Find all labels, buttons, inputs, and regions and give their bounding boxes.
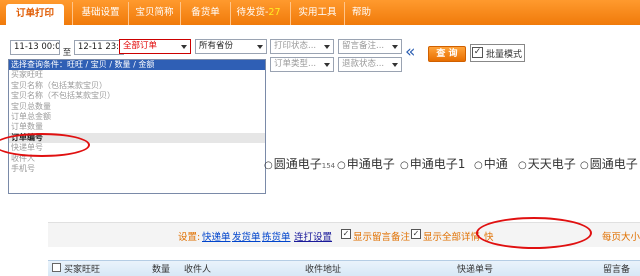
- column-memo[interactable]: 留言备: [603, 262, 630, 275]
- carrier-label: 申通电子: [346, 157, 395, 171]
- dropdown-option-phone[interactable]: 手机号: [9, 164, 265, 174]
- page-size-label: 每页大小: [602, 232, 640, 243]
- picking-template-link[interactable]: 拣货单: [262, 229, 291, 243]
- order-type-select[interactable]: 全部订单: [119, 39, 191, 54]
- date-range[interactable]: 11-13 00:00 至 12-11 23:59: [10, 40, 124, 58]
- province-select[interactable]: 所有省份: [195, 39, 267, 54]
- carrier-label: 圆通电子: [589, 157, 638, 171]
- delivery-template-link[interactable]: 发货单: [232, 229, 261, 243]
- express-template-link[interactable]: 快递单: [202, 229, 231, 243]
- carrier-radio[interactable]: ○申通电子1: [400, 155, 465, 172]
- settings-label: 设置:: [178, 232, 201, 243]
- show-all-label: 显示全部详情: [423, 232, 481, 243]
- query-condition-dropdown[interactable]: 选择查询条件：旺旺 / 宝贝 / 数量 / 金额 买家旺旺 宝贝名称（包括某款宝…: [8, 59, 266, 194]
- dropdown-option-item-include[interactable]: 宝贝名称（包括某款宝贝）: [9, 81, 265, 91]
- print-status-select[interactable]: 打印状态...: [270, 39, 334, 54]
- radio-icon: ○: [400, 160, 409, 171]
- show-memo-checkbox[interactable]: ✓: [341, 229, 351, 239]
- carrier-radio[interactable]: ○圆通电子154: [264, 155, 335, 172]
- radio-icon: ○: [264, 160, 273, 171]
- dropdown-option-order-count[interactable]: 订单数量: [9, 122, 265, 132]
- carrier-radio[interactable]: ○申通电子: [337, 155, 395, 172]
- batch-mode-checkbox[interactable]: ✓: [472, 47, 483, 58]
- radio-icon: ○: [518, 160, 527, 171]
- batch-mode-label: 批量模式: [486, 50, 523, 60]
- carrier-count: 154: [321, 162, 336, 170]
- show-memo-label: 显示留言备注: [353, 232, 411, 243]
- column-buyer[interactable]: 买家旺旺: [64, 262, 100, 275]
- date-start-input[interactable]: 11-13 00:00: [10, 40, 60, 55]
- column-quantity[interactable]: 数量: [152, 262, 170, 275]
- highlight-oval: [476, 217, 592, 249]
- carrier-label: 中通: [483, 157, 508, 171]
- show-all-checkbox[interactable]: ✓: [411, 229, 421, 239]
- print-setup-link[interactable]: 连打设置: [294, 229, 332, 243]
- order-kind-select[interactable]: 订单类型...: [270, 57, 334, 72]
- dropdown-option-item-exclude[interactable]: 宝贝名称（不包括某款宝贝）: [9, 91, 265, 101]
- date-to-label: 至: [62, 48, 72, 58]
- date-end-input[interactable]: 12-11 23:59: [73, 40, 124, 55]
- carrier-radio[interactable]: ○圆通电子: [580, 155, 638, 172]
- tab-tools[interactable]: 实用工具: [290, 2, 344, 25]
- carrier-radio[interactable]: ○天天电子: [518, 155, 576, 172]
- radio-icon: ○: [337, 160, 346, 171]
- table-header: [48, 260, 640, 276]
- query-button[interactable]: 查 询: [428, 46, 466, 62]
- column-tracking[interactable]: 快递单号: [457, 262, 493, 275]
- dropdown-option-buyer[interactable]: 买家旺旺: [9, 70, 265, 80]
- carrier-label: 天天电子: [527, 157, 576, 171]
- carrier-radio[interactable]: ○中通: [474, 155, 508, 172]
- memo-note-select[interactable]: 留言备注...: [338, 39, 402, 54]
- collapse-chevron-icon[interactable]: «: [405, 42, 415, 62]
- tab-stock-list[interactable]: 备货单: [180, 2, 230, 25]
- tab-help[interactable]: 帮助: [344, 2, 378, 25]
- refund-status-select[interactable]: 退款状态...: [338, 57, 402, 72]
- pending-count-badge: 27: [268, 7, 281, 18]
- column-recipient[interactable]: 收件人: [184, 262, 211, 275]
- tab-order-print[interactable]: 订单打印: [6, 4, 64, 25]
- dropdown-option-header[interactable]: 选择查询条件：旺旺 / 宝贝 / 数量 / 金额: [9, 60, 265, 71]
- dropdown-option-item-qty[interactable]: 宝贝总数量: [9, 102, 265, 112]
- top-nav: 订单打印 基础设置 宝贝简称 备货单 待发货-27 实用工具 帮助: [0, 0, 640, 25]
- radio-icon: ○: [474, 160, 483, 171]
- carrier-label: 申通电子1: [409, 157, 466, 171]
- tab-pending-shipment[interactable]: 待发货-27: [230, 2, 286, 25]
- radio-icon: ○: [580, 160, 589, 171]
- page: { "nav": { "tabs": [ {"label": "订单打印"}, …: [0, 0, 640, 276]
- tab-pending-label: 待发货-: [236, 7, 269, 18]
- tab-basic-settings[interactable]: 基础设置: [72, 2, 128, 25]
- dropdown-option-total-amount[interactable]: 订单总金额: [9, 112, 265, 122]
- tab-item-alias[interactable]: 宝贝简称: [128, 2, 180, 25]
- column-address[interactable]: 收件地址: [305, 262, 341, 275]
- select-all-checkbox[interactable]: [52, 263, 61, 272]
- carrier-label: 圆通电子: [273, 157, 322, 171]
